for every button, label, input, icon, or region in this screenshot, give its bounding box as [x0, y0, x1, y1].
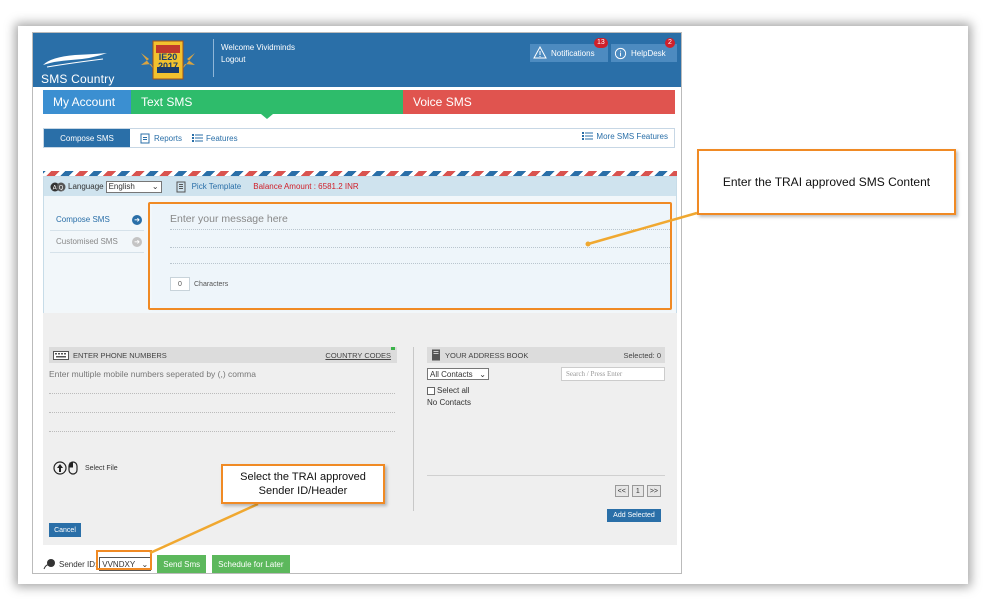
warning-icon [533, 46, 547, 59]
header-divider [213, 39, 214, 77]
contacts-search-input[interactable]: Search / Press Enter [561, 367, 665, 381]
language-select[interactable]: English ⌄ [105, 180, 162, 193]
template-icon [176, 181, 186, 192]
pager-page-1[interactable]: 1 [631, 485, 644, 497]
keyboard-icon [53, 350, 69, 360]
callout-sender-id: Select the TRAI approved Sender ID/Heade… [221, 464, 385, 504]
input-line [49, 393, 395, 394]
recipients-section: ENTER PHONE NUMBERS COUNTRY CODES Enter … [43, 313, 677, 545]
address-book-title: YOUR ADDRESS BOOK [445, 350, 529, 360]
helpdesk-label: HelpDesk [631, 48, 666, 58]
address-book-header: YOUR ADDRESS BOOK Selected: 0 [427, 347, 665, 363]
arrow-right-icon: ➜ [132, 236, 142, 247]
select-all-label: Select all [437, 386, 470, 395]
notifications-label: Notifications [551, 48, 595, 58]
address-book-divider [427, 475, 665, 476]
tab-my-account[interactable]: My Account [43, 90, 131, 114]
sidebar-item-compose-sms[interactable]: Compose SMS ➜ [50, 209, 144, 231]
award-text: IE20 2017 [157, 52, 179, 71]
phone-numbers-input[interactable]: Enter multiple mobile numbers seperated … [49, 369, 397, 379]
logo-text: SMS Country [41, 72, 115, 86]
welcome-block: Welcome Vividminds Logout [221, 42, 295, 66]
send-sms-button[interactable]: Send Sms [157, 555, 207, 573]
balance-amount: Balance Amount : 6581.2 INR [253, 182, 359, 191]
pick-template-label: Pick Template [191, 182, 242, 191]
language-row: A Q Language English ⌄ Pick Template Bal… [44, 177, 676, 196]
language-icon: A Q [50, 182, 66, 191]
welcome-text: Welcome Vividminds [221, 43, 295, 52]
status-mark [391, 347, 395, 350]
country-codes-link[interactable]: COUNTRY CODES [325, 351, 391, 360]
input-line [49, 412, 395, 413]
active-tab-arrow [261, 114, 273, 119]
contacts-filter-value: All Contacts [430, 369, 473, 379]
message-highlight-box [148, 202, 672, 310]
address-book-controls: All Contacts ⌄ Search / Press Enter [427, 367, 665, 381]
sidebar-compose-label: Compose SMS [56, 215, 110, 224]
svg-text:Q: Q [59, 184, 64, 191]
sender-icon [43, 559, 55, 570]
top-bar: SMS Country IE20 2017 Welcome Vividminds… [33, 33, 681, 87]
upload-mouse-icon [53, 461, 78, 475]
address-book-panel: YOUR ADDRESS BOOK Selected: 0 All Contac… [427, 347, 665, 522]
pager-prev-button[interactable]: << [614, 485, 629, 497]
cancel-button[interactable]: Cancel [49, 523, 81, 537]
phone-numbers-panel: ENTER PHONE NUMBERS COUNTRY CODES Enter … [49, 347, 397, 432]
input-line [49, 431, 395, 432]
tab-text-sms[interactable]: Text SMS [131, 90, 403, 114]
info-icon [614, 47, 627, 59]
sub-navigation: Compose SMS Reports Features More SMS Fe… [43, 128, 675, 148]
contacts-filter-select[interactable]: All Contacts ⌄ [427, 368, 489, 380]
tab-voice-sms[interactable]: Voice SMS [403, 90, 675, 114]
add-selected-button[interactable]: Add Selected [607, 509, 661, 522]
pagination: << 1 >> [612, 485, 661, 497]
chevron-down-icon: ⌄ [151, 182, 159, 191]
schedule-later-button[interactable]: Schedule for Later [212, 555, 290, 573]
address-book-icon [432, 349, 440, 361]
language-label: Language [68, 182, 104, 191]
pager-next-button[interactable]: >> [646, 485, 661, 497]
logo[interactable]: SMS Country [41, 51, 115, 86]
subnav-more-label: More SMS Features [596, 131, 668, 141]
arrow-right-icon: ➜ [132, 214, 142, 225]
pick-template-link[interactable]: Pick Template [176, 181, 242, 193]
subnav-more-features[interactable]: More SMS Features [582, 131, 668, 141]
sidebar-customised-label: Customised SMS [56, 237, 118, 246]
select-all-row[interactable]: Select all [427, 386, 665, 395]
sender-id-label: Sender ID: [59, 559, 98, 569]
phone-numbers-header: ENTER PHONE NUMBERS COUNTRY CODES [49, 347, 397, 363]
select-file-button[interactable]: Select File [53, 461, 118, 475]
subnav-reports-label: Reports [154, 133, 183, 143]
select-all-checkbox[interactable] [427, 386, 435, 395]
panel-divider [413, 347, 414, 511]
subnav-compose-sms[interactable]: Compose SMS [44, 129, 130, 147]
phone-numbers-title: ENTER PHONE NUMBERS [73, 350, 167, 360]
helpdesk-count-badge: 2 [665, 38, 675, 48]
sender-highlight-box [96, 550, 152, 570]
callout-sms-content: Enter the TRAI approved SMS Content [697, 149, 956, 215]
list-icon [582, 132, 594, 140]
select-file-label: Select File [85, 464, 118, 472]
chevron-down-icon: ⌄ [479, 369, 486, 379]
sidebar-item-customised-sms[interactable]: Customised SMS ➜ [50, 231, 144, 253]
language-value: English [108, 182, 135, 191]
subnav-features[interactable]: Features [192, 133, 238, 143]
list-icon [192, 134, 204, 142]
logout-link[interactable]: Logout [221, 54, 295, 66]
selected-count: Selected: 0 [623, 350, 661, 360]
subnav-reports[interactable]: Reports [140, 133, 182, 144]
logo-swoosh-icon [43, 53, 107, 68]
notifications-count-badge: 13 [594, 38, 608, 48]
no-contacts-text: No Contacts [427, 398, 472, 407]
subnav-features-label: Features [206, 133, 238, 143]
compose-sidebar: Compose SMS ➜ Customised SMS ➜ [50, 209, 144, 253]
reports-icon [140, 133, 150, 143]
